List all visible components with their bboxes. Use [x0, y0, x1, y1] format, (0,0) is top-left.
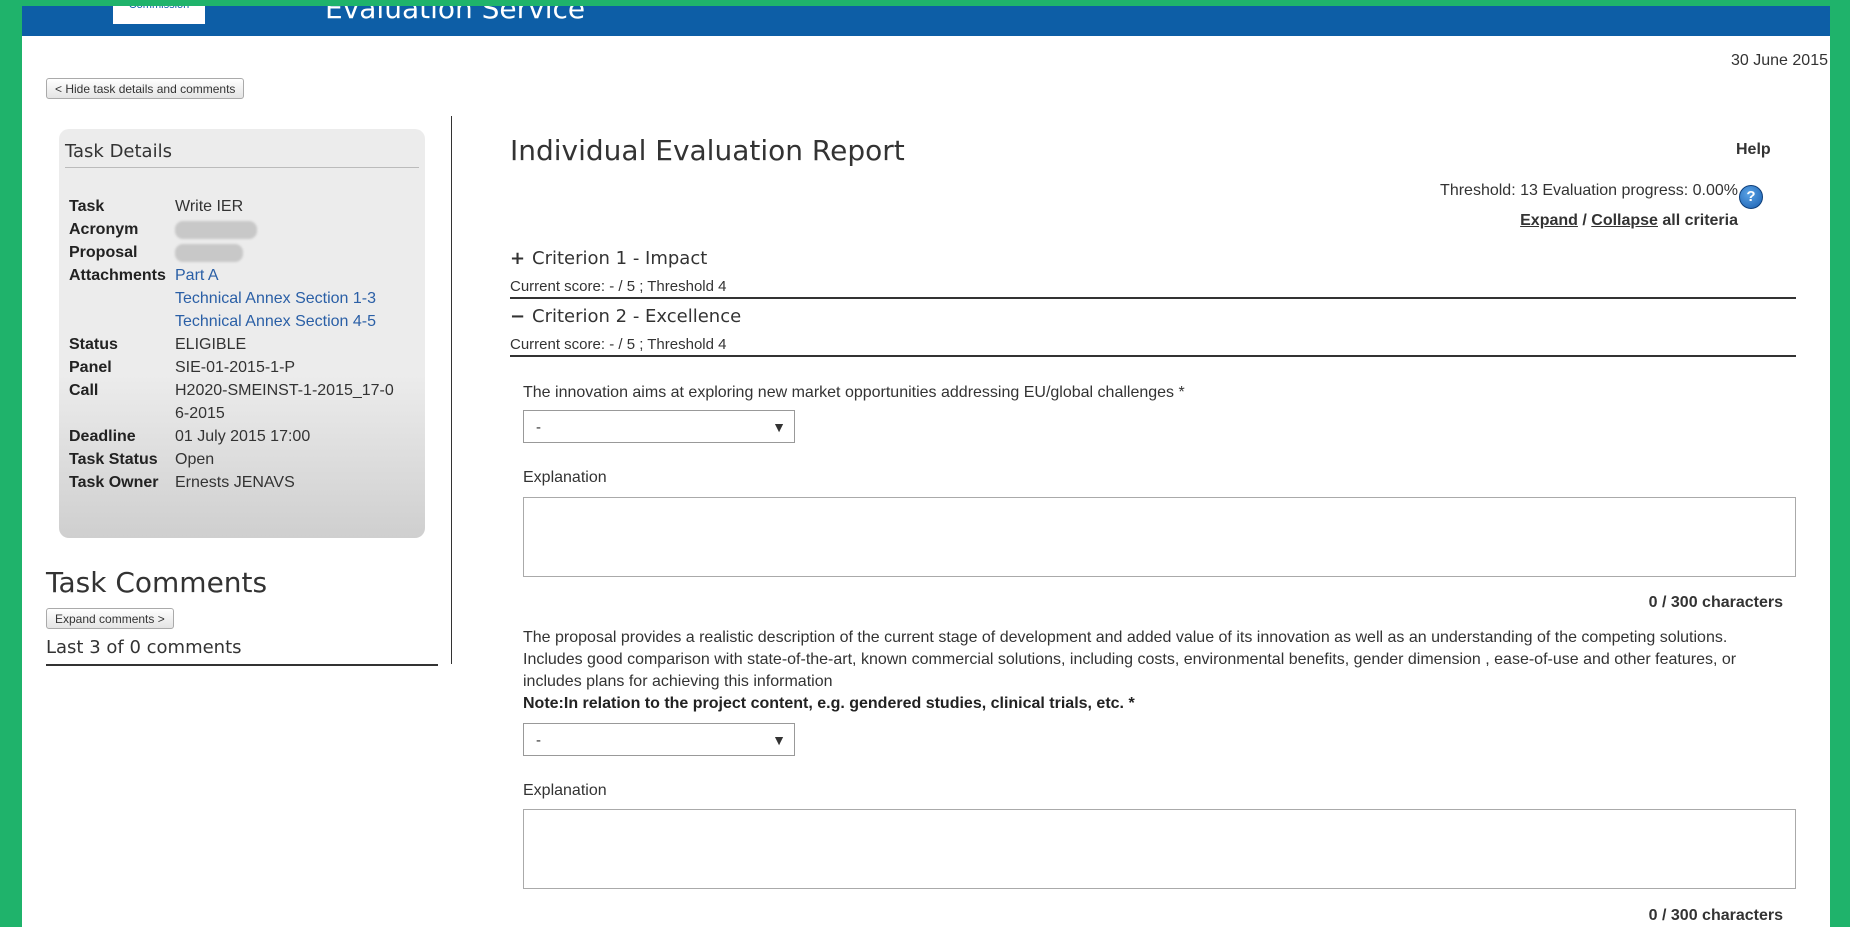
status-label: Status: [69, 336, 118, 353]
comments-count: Last 3 of 0 comments: [46, 637, 242, 658]
question-1-text: The innovation aims at exploring new mar…: [523, 384, 1185, 401]
criterion-2-score: Current score: - / 5 ; Threshold 4: [510, 336, 727, 353]
comments-divider: [46, 664, 438, 666]
criterion-2-divider: [510, 355, 1796, 357]
deadline-label: Deadline: [69, 428, 136, 445]
sidebar-divider: [451, 116, 452, 664]
question-2-explanation-label: Explanation: [523, 782, 607, 799]
proposal-label: Proposal: [69, 244, 138, 261]
status-value: ELIGIBLE: [175, 336, 247, 353]
call-row: Call H2020-SMEINST-1-2015_17-06-2015: [69, 379, 405, 425]
question-1-score-select[interactable]: - ▼: [523, 410, 795, 443]
status-row: Status ELIGIBLE: [69, 333, 405, 356]
task-details-panel: Task Details Task Write IER Acronym Prop…: [59, 129, 425, 538]
question-2-text: The proposal provides a realistic descri…: [523, 627, 1763, 715]
task-owner-value: Ernests JENAVS: [175, 474, 295, 491]
question-1-char-count: 0 / 300 characters: [1648, 594, 1783, 611]
task-value: Write IER: [175, 198, 244, 215]
question-1-explanation-label: Explanation: [523, 469, 607, 486]
deadline-row: Deadline 01 July 2015 17:00: [69, 425, 405, 448]
attachment-link-part-a[interactable]: Part A: [175, 264, 405, 287]
expand-collapse-separator: /: [1577, 212, 1592, 229]
question-2-description: The proposal provides a realistic descri…: [523, 629, 1737, 690]
current-date: 30 June 2015: [1731, 52, 1828, 69]
help-link[interactable]: Help: [1736, 141, 1771, 159]
task-details-divider: [65, 167, 419, 168]
task-details-title: Task Details: [65, 141, 172, 162]
question-circle-icon[interactable]: ?: [1739, 185, 1763, 209]
expand-all-link[interactable]: Expand: [1520, 212, 1578, 229]
service-title: Evaluation Service: [325, 6, 586, 25]
acronym-label: Acronym: [69, 221, 139, 238]
panel-value: SIE-01-2015-1-P: [175, 359, 296, 376]
all-criteria-text: all criteria: [1657, 212, 1738, 229]
commission-logo[interactable]: Commission: [113, 6, 205, 24]
question-2-score-select[interactable]: - ▼: [523, 723, 795, 756]
page-title: Individual Evaluation Report: [510, 134, 905, 167]
task-status-row: Task Status Open: [69, 448, 405, 471]
chevron-down-icon: ▼: [772, 419, 786, 435]
proposal-row: Proposal: [69, 241, 405, 264]
criterion-2-header[interactable]: − Criterion 2 - Excellence: [510, 306, 741, 327]
expand-plus-icon: +: [510, 248, 526, 269]
panel-label: Panel: [69, 359, 112, 376]
question-2-note: Note:In relation to the project content,…: [523, 695, 1135, 712]
deadline-value: 01 July 2015 17:00: [175, 428, 311, 445]
task-owner-label: Task Owner: [69, 474, 159, 491]
expand-collapse-controls: Expand / Collapse all criteria: [1520, 212, 1738, 230]
criterion-2-title: Criterion 2 - Excellence: [532, 306, 742, 327]
acronym-redacted: [175, 220, 257, 239]
attachments-label: Attachments: [69, 267, 166, 284]
proposal-redacted: [175, 243, 243, 262]
acronym-row: Acronym: [69, 218, 405, 241]
call-label: Call: [69, 382, 99, 399]
task-status-value: Open: [175, 451, 215, 468]
expand-comments-button[interactable]: Expand comments >: [46, 608, 174, 629]
task-status-label: Task Status: [69, 451, 158, 468]
threshold-progress: Threshold: 13 Evaluation progress: 0.00%: [1440, 182, 1738, 199]
collapse-minus-icon: −: [510, 306, 526, 327]
criterion-1-title: Criterion 1 - Impact: [532, 248, 708, 269]
call-value: H2020-SMEINST-1-2015_17-06-2015: [175, 382, 394, 422]
attachment-link-annex-4-5[interactable]: Technical Annex Section 4-5: [175, 310, 405, 333]
collapse-all-link[interactable]: Collapse: [1591, 212, 1658, 229]
criterion-1-header[interactable]: + Criterion 1 - Impact: [510, 248, 707, 269]
task-row: Task Write IER: [69, 195, 405, 218]
task-details-list: Task Write IER Acronym Proposal Attachme…: [69, 195, 405, 494]
attachment-link-annex-1-3[interactable]: Technical Annex Section 1-3: [175, 287, 405, 310]
question-1-select-value: -: [536, 419, 541, 436]
question-2-explanation-input[interactable]: [523, 809, 1796, 889]
task-owner-row: Task Owner Ernests JENAVS: [69, 471, 405, 494]
task-label: Task: [69, 198, 105, 215]
chevron-down-icon: ▼: [772, 732, 786, 748]
task-comments-title: Task Comments: [46, 566, 268, 599]
hide-task-details-button[interactable]: < Hide task details and comments: [46, 78, 245, 99]
question-2-char-count: 0 / 300 characters: [1648, 907, 1783, 924]
question-1-explanation-input[interactable]: [523, 497, 1796, 577]
top-header-bar: Commission Evaluation Service: [22, 6, 1830, 36]
criterion-1-score: Current score: - / 5 ; Threshold 4: [510, 278, 727, 295]
panel-row: Panel SIE-01-2015-1-P: [69, 356, 405, 379]
attachments-row: Attachments Part A Technical Annex Secti…: [69, 264, 405, 333]
criterion-1-divider: [510, 297, 1796, 299]
question-2-select-value: -: [536, 732, 541, 749]
